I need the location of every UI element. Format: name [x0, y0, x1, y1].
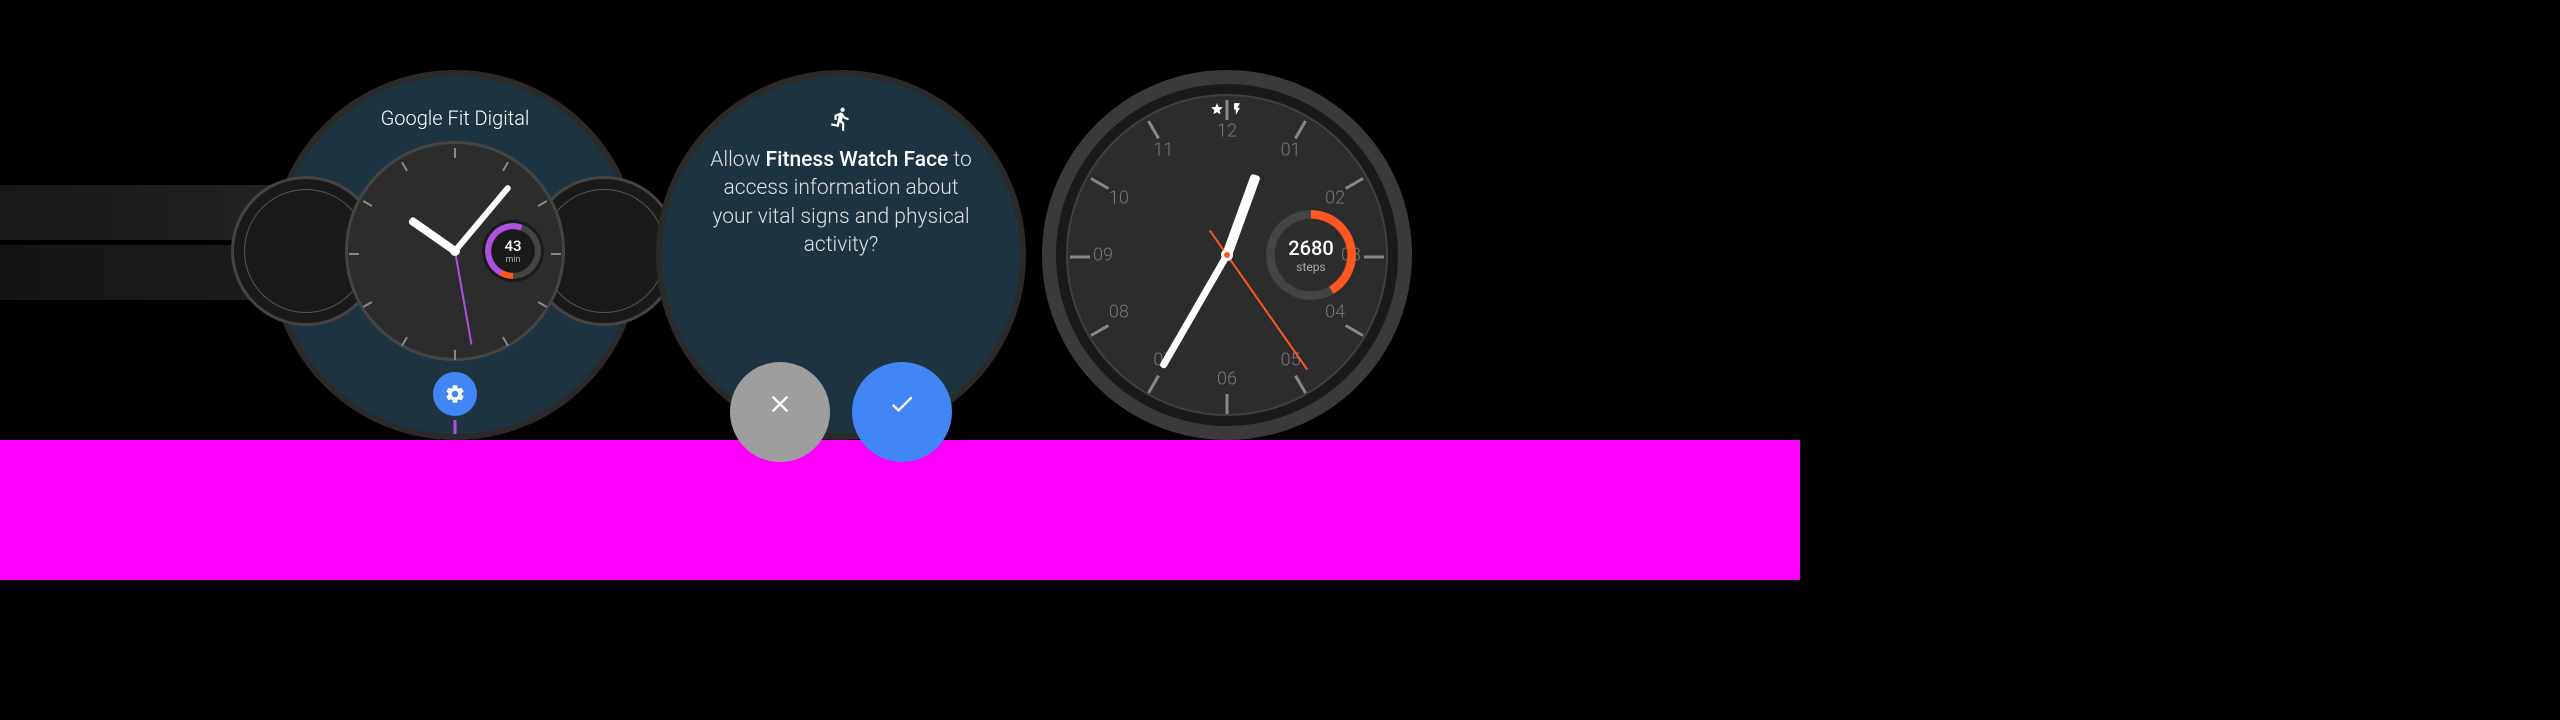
- complication-value: 43: [504, 237, 521, 255]
- star-icon: [1210, 102, 1224, 116]
- status-icons: [1210, 102, 1244, 116]
- watch-face-option-current[interactable]: 43 min: [345, 141, 565, 361]
- dial-center: [450, 246, 460, 256]
- hour-numeral: 02: [1325, 187, 1345, 208]
- running-icon: [828, 106, 854, 136]
- watch-face-picker-screen: Google Fit Digital 43 min: [270, 70, 640, 440]
- page-indicator: [454, 420, 457, 434]
- allow-button[interactable]: [852, 362, 952, 462]
- gear-icon: [444, 383, 466, 405]
- complication-value: 2680: [1288, 236, 1333, 260]
- lightning-icon: [1230, 102, 1244, 116]
- hour-numeral: 09: [1093, 245, 1113, 266]
- watch-dial: 12 01 02 03 04 05 06 07 08 09 10 11 2680…: [1066, 94, 1388, 416]
- hour-numeral: 12: [1217, 120, 1237, 141]
- app-name: Fitness Watch Face: [766, 148, 949, 172]
- minute-hand: [1159, 253, 1230, 369]
- permission-prompt-text: Allow Fitness Watch Face to access infor…: [702, 146, 980, 259]
- steps-complication[interactable]: 2680 steps: [1266, 210, 1356, 300]
- hour-numeral: 08: [1109, 302, 1129, 323]
- hour-numeral: 11: [1153, 140, 1173, 161]
- hour-numeral: 01: [1281, 140, 1301, 161]
- prompt-prefix: Allow: [710, 148, 765, 172]
- analog-watch-face-screen[interactable]: 12 01 02 03 04 05 06 07 08 09 10 11 2680…: [1042, 70, 1412, 440]
- watch-face-title: Google Fit Digital: [276, 106, 634, 130]
- complication-unit: steps: [1296, 260, 1325, 274]
- permission-dialog-screen: Allow Fitness Watch Face to access infor…: [656, 70, 1026, 440]
- hour-numeral: 06: [1217, 369, 1237, 390]
- hour-numeral: 04: [1325, 302, 1345, 323]
- activity-complication: 43 min: [482, 220, 544, 282]
- check-icon: [888, 390, 916, 418]
- close-icon: [766, 390, 794, 418]
- hour-numeral: 05: [1281, 349, 1301, 370]
- complication-unit: min: [505, 255, 520, 265]
- hour-numeral: 10: [1109, 187, 1129, 208]
- settings-button[interactable]: [433, 372, 477, 416]
- hour-hand: [1222, 173, 1260, 256]
- second-hand: [454, 251, 472, 345]
- dial-center-cap: [1224, 252, 1230, 258]
- deny-button[interactable]: [730, 362, 830, 462]
